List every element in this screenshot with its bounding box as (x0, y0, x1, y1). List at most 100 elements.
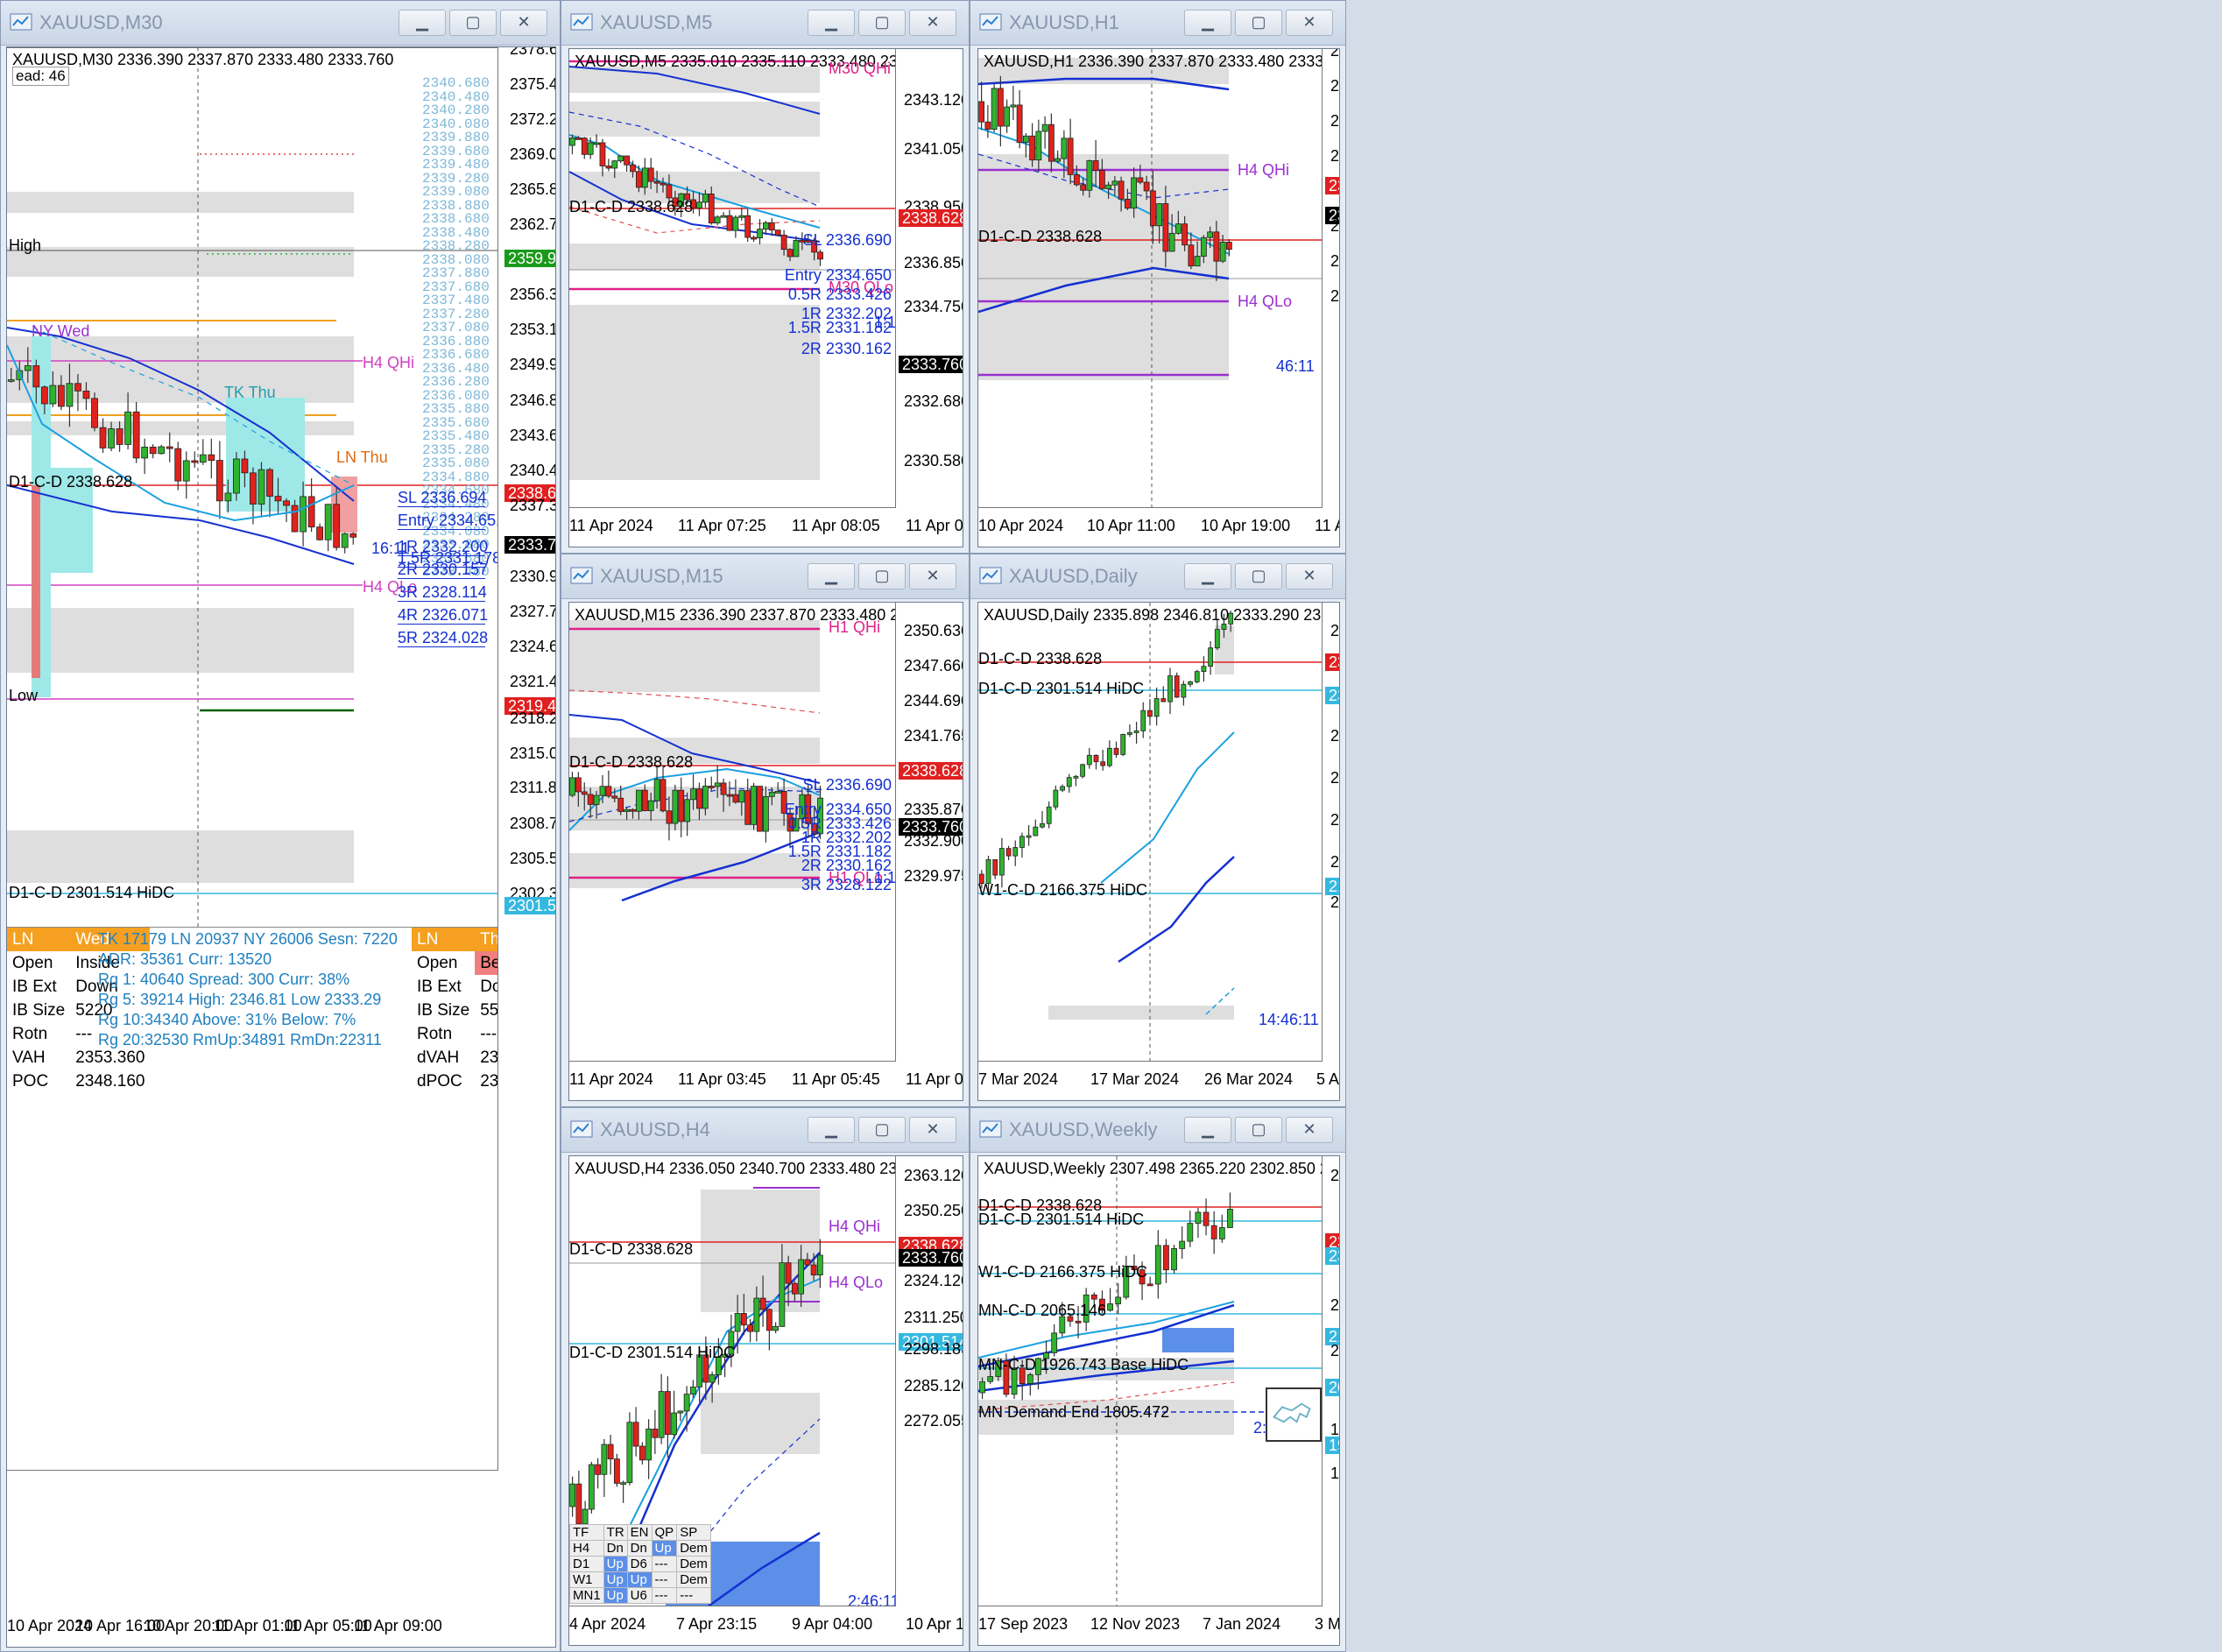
price-tick-label: 2350.630 (904, 622, 963, 639)
window-titlebar[interactable]: XAUUSD,Daily ▁ ▢ ✕ (970, 554, 1345, 599)
close-button[interactable]: ✕ (1286, 10, 1333, 36)
candle-body (978, 101, 985, 123)
close-button[interactable]: ✕ (500, 10, 547, 36)
volume-profile (226, 398, 305, 512)
price-plot[interactable]: XAUUSD,M5 2335.010 2335.110 2333.480 233… (569, 49, 896, 508)
price-axis[interactable]: 2359.140 2353.780 2348.340 2342.900 2338.628… (1323, 49, 1339, 508)
price-tick-label: 2327.760 (510, 603, 555, 620)
window-weekly[interactable]: XAUUSD,Weekly ▁ ▢ ✕ XAUUSD,Weekly 2307.498 2… (970, 1107, 1346, 1652)
price-axis[interactable]: 2350.630 2347.660 2344.690 2341.765 2338.628… (897, 603, 963, 1062)
price-plot[interactable]: XAUUSD,M15 2336.390 2337.870 2333.480 23… (569, 603, 896, 1062)
candle-timer: 2:46:11 (848, 1592, 896, 1606)
time-axis[interactable]: 7 Mar 2024 17 Mar 2024 26 Mar 2024 5 Apr 20… (978, 1062, 1339, 1100)
maximize-button[interactable]: ▢ (858, 1117, 906, 1143)
candle-body (696, 788, 702, 809)
chart-area[interactable]: XAUUSD,Weekly 2307.498 2365.220 2302.850… (977, 1155, 1340, 1646)
minimize-button[interactable]: ▁ (808, 1117, 855, 1143)
tf-cell: Dem (676, 1540, 711, 1557)
candle-body (709, 1374, 716, 1383)
close-button[interactable]: ✕ (909, 10, 956, 36)
price-axis[interactable]: 2417.4502338.6282301.5142232.7702166.375… (1323, 1156, 1339, 1606)
price-tick-label: 2338.628 (899, 209, 963, 227)
candle-body (744, 790, 751, 825)
time-axis[interactable]: 11 Apr 2024 11 Apr 07:25 11 Apr 08:05 11 Ap… (569, 508, 963, 547)
price-tick-label: 2321.415 (510, 673, 555, 690)
window-titlebar[interactable]: XAUUSD,H1 ▁ ▢ ✕ (970, 1, 1345, 46)
candle-body (787, 249, 794, 258)
price-plot[interactable]: XAUUSD,Daily 2335.898 2346.810 2333.290 … (978, 603, 1323, 1062)
time-tick-label: 11 Apr 07:25 (678, 517, 766, 534)
maximize-button[interactable]: ▢ (1235, 10, 1282, 36)
minimize-button[interactable]: ▁ (1184, 10, 1231, 36)
close-button[interactable]: ✕ (1286, 1117, 1333, 1143)
window-daily[interactable]: XAUUSD,Daily ▁ ▢ ✕ XAUUSD,Daily 2335.898 234… (970, 554, 1346, 1107)
chart-area[interactable]: XAUUSD,H4 2336.050 2340.700 2333.480 233… (568, 1155, 963, 1646)
price-axis[interactable]: 2378.610 2375.415 2372.265 2369.070 2365.875… (503, 47, 555, 1608)
price-axis[interactable]: 2345.2202343.1202341.0502338.9502338.628… (897, 49, 963, 508)
chart-area[interactable]: XAUUSD,M5 2335.010 2335.110 2333.480 233… (568, 48, 963, 547)
price-axis[interactable]: 2360.480 2338.628 2301.514 2272.280 2242.580… (1323, 603, 1339, 1062)
window-h4[interactable]: XAUUSD,H4 ▁ ▢ ✕ XAUUSD,H4 2336.050 2340.700 … (561, 1107, 970, 1652)
candle-body (984, 121, 991, 131)
candle-body (660, 779, 667, 812)
tf-cell: Up (626, 1571, 652, 1588)
time-axis[interactable]: 4 Apr 2024 7 Apr 23:15 9 Apr 04:00 10 Apr 1… (569, 1606, 963, 1645)
candle-body (772, 1325, 779, 1331)
maximize-button[interactable]: ▢ (858, 563, 906, 589)
candle-body (599, 786, 606, 796)
candle-body (182, 460, 190, 482)
time-axis[interactable]: 11 Apr 2024 11 Apr 03:45 11 Apr 05:45 11 Ap… (569, 1062, 963, 1100)
zone-band (7, 192, 354, 213)
candle-body (108, 428, 115, 448)
window-titlebar[interactable]: XAUUSD,M5 ▁ ▢ ✕ (561, 1, 969, 46)
close-button[interactable]: ✕ (909, 563, 956, 589)
tf-cell: Dem (676, 1571, 711, 1588)
price-tick-label: 2341.765 (904, 727, 963, 745)
minimize-button[interactable]: ▁ (808, 563, 855, 589)
candle-body (678, 789, 685, 822)
close-button[interactable]: ✕ (1286, 563, 1333, 589)
window-m30[interactable]: XAUUSD,M30 ▁ ▢ ✕ XAUUSD,M30 2336.390 233… (0, 0, 561, 1652)
maximize-button[interactable]: ▢ (449, 10, 497, 36)
tk-thu-label: TK Thu (224, 384, 276, 401)
candle-body (757, 229, 763, 239)
candle-body (664, 1391, 671, 1436)
candle-body (1061, 138, 1068, 159)
chart-area[interactable]: XAUUSD,Daily 2335.898 2346.810 2333.290 … (977, 602, 1340, 1101)
price-plot[interactable]: XAUUSD,H4 2336.050 2340.700 2333.480 233… (569, 1156, 896, 1606)
chart-area[interactable]: XAUUSD,M30 2336.390 2337.870 2333.480 23… (6, 46, 556, 1648)
chart-area[interactable]: XAUUSD,H1 2336.390 2337.870 2333.480 233… (977, 48, 1340, 547)
maximize-button[interactable]: ▢ (1235, 1117, 1282, 1143)
window-m15[interactable]: XAUUSD,M15 ▁ ▢ ✕ XAUUSD,M15 2336.390 2337.87… (561, 554, 970, 1107)
minimize-button[interactable]: ▁ (399, 10, 446, 36)
zone-band (701, 1393, 820, 1454)
maximize-button[interactable]: ▢ (1235, 563, 1282, 589)
tf-cell: U6 (626, 1587, 652, 1604)
window-titlebar[interactable]: XAUUSD,M15 ▁ ▢ ✕ (561, 554, 969, 599)
minimize-button[interactable]: ▁ (808, 10, 855, 36)
candle-body (316, 526, 324, 540)
window-titlebar[interactable]: XAUUSD,H4 ▁ ▢ ✕ (561, 1108, 969, 1153)
time-axis[interactable]: 10 Apr 2024 10 Apr 11:00 10 Apr 19:00 11 Ap… (978, 508, 1339, 547)
candle-body (1033, 826, 1039, 837)
window-titlebar[interactable]: XAUUSD,Weekly ▁ ▢ ✕ (970, 1108, 1345, 1153)
price-plot[interactable]: XAUUSD,M30 2336.390 2337.870 2333.480 23… (7, 47, 498, 1471)
stats-right-table: LNThu Open Below L IB Ext Down IB Size 5540 Rot… (412, 928, 497, 1093)
candle-body (324, 504, 332, 540)
price-axis[interactable]: 2363.120 2350.250 2338.628 2333.760 2324.120… (897, 1156, 963, 1606)
chart-area[interactable]: XAUUSD,M15 2336.390 2337.870 2333.480 23… (568, 602, 963, 1101)
time-axis[interactable]: 17 Sep 2023 12 Nov 2023 7 Jan 2024 3 Mar 20… (978, 1606, 1339, 1645)
chart-window-icon (570, 1120, 593, 1138)
price-plot[interactable]: XAUUSD,H1 2336.390 2337.870 2333.480 233… (978, 49, 1323, 508)
price-plot[interactable]: XAUUSD,Weekly 2307.498 2365.220 2302.850… (978, 1156, 1323, 1606)
minimize-button[interactable]: ▁ (1184, 1117, 1231, 1143)
window-h1[interactable]: XAUUSD,H1 ▁ ▢ ✕ XAUUSD,H1 2336.390 2337.870 … (970, 0, 1346, 554)
minimize-button[interactable]: ▁ (1184, 563, 1231, 589)
window-titlebar[interactable]: XAUUSD,M30 ▁ ▢ ✕ (1, 1, 560, 46)
close-button[interactable]: ✕ (909, 1117, 956, 1143)
time-axis[interactable]: 10 Apr 2024 10 Apr 16:00 10 Apr 20:00 11 Ap… (7, 1608, 555, 1647)
window-m5[interactable]: XAUUSD,M5 ▁ ▢ ✕ XAUUSD,M5 2335.010 2335.110 … (561, 0, 970, 554)
time-tick-label: 10 Apr 19:00 (1201, 517, 1291, 534)
maximize-button[interactable]: ▢ (858, 10, 906, 36)
candle-body (333, 504, 341, 548)
